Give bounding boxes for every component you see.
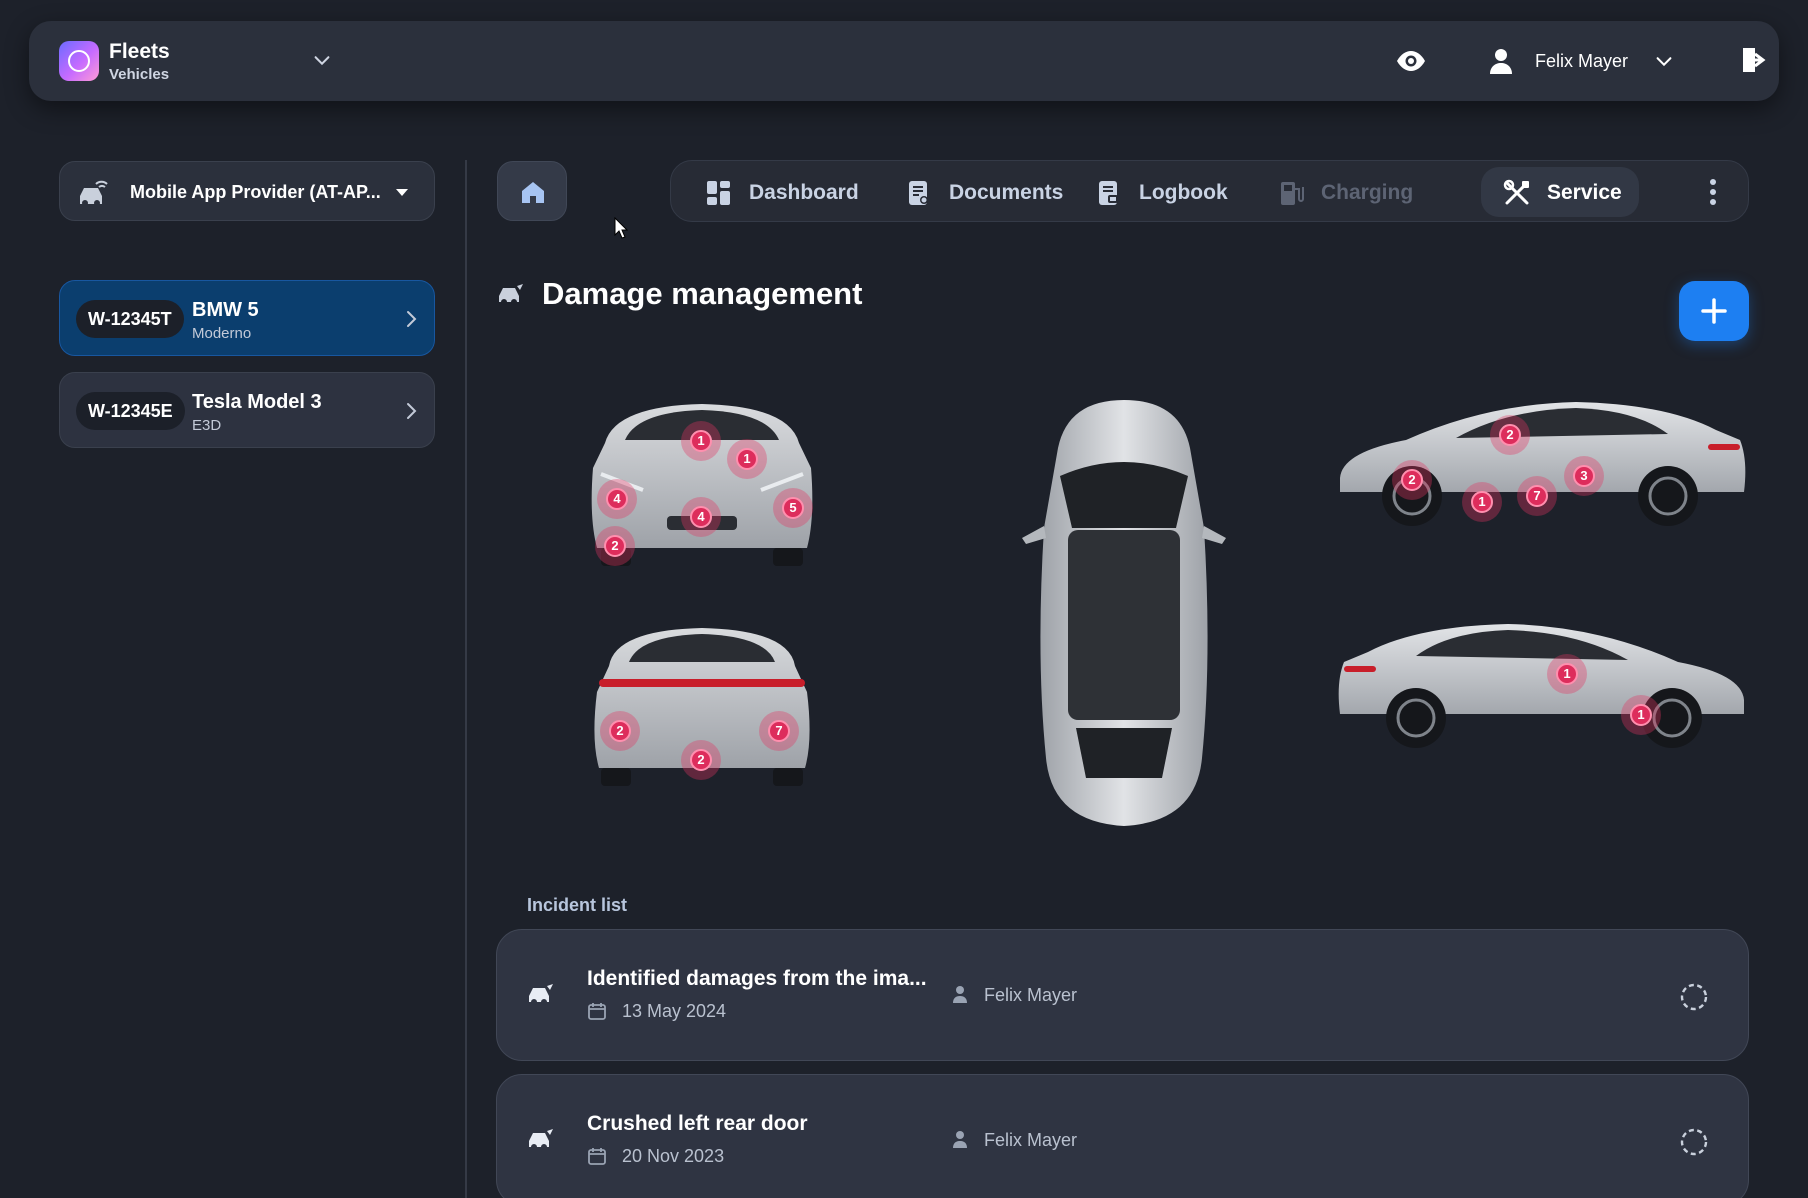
status-pending-icon[interactable] [1679, 1127, 1709, 1157]
mouse-cursor-icon [614, 217, 628, 239]
user-icon[interactable] [1487, 47, 1515, 75]
incident-title: Identified damages from the ima... [587, 967, 927, 990]
grid-icon [707, 181, 730, 205]
eye-icon[interactable] [1395, 45, 1427, 77]
damage-marker[interactable]: 5 [773, 488, 813, 528]
vehicle-name: Tesla Model 3 [192, 391, 322, 413]
home-button[interactable] [497, 161, 567, 221]
chevron-down-icon[interactable] [311, 49, 333, 71]
chevron-right-icon [407, 403, 417, 419]
calendar-icon [588, 1003, 606, 1020]
vehicle-subtitle: E3D [192, 417, 222, 434]
damage-marker[interactable]: 1 [1462, 482, 1502, 522]
charging-icon [1281, 182, 1304, 205]
top-bar: Fleets Vehicles Felix Mayer [29, 21, 1779, 101]
provider-select[interactable]: Mobile App Provider (AT-AP... [59, 161, 435, 221]
damage-marker[interactable]: 1 [1547, 654, 1587, 694]
calendar-icon [588, 1148, 606, 1165]
incident-item[interactable]: Crushed left rear door 20 Nov 2023 Felix… [496, 1074, 1749, 1198]
vehicle-name: BMW 5 [192, 299, 259, 321]
damage-marker[interactable]: 2 [1490, 415, 1530, 455]
car-damage-icon [529, 984, 553, 1005]
damage-marker[interactable]: 2 [1392, 460, 1432, 500]
damage-marker[interactable]: 3 [1564, 456, 1604, 496]
incident-reporter: Felix Mayer [984, 985, 1078, 1005]
logbook-icon [1099, 181, 1118, 205]
incident-reporter: Felix Mayer [984, 1130, 1078, 1150]
chevron-down-icon[interactable] [1653, 50, 1675, 72]
app-logo-icon[interactable] [59, 41, 99, 81]
damage-marker[interactable]: 2 [595, 526, 635, 566]
car-damage-icon [529, 1129, 553, 1150]
tools-icon [1503, 179, 1529, 205]
damage-marker[interactable]: 4 [597, 479, 637, 519]
tab-label: Documents [949, 181, 1064, 204]
damage-marker[interactable]: 1 [727, 439, 767, 479]
tab-label: Dashboard [749, 181, 859, 204]
car-top-view[interactable] [1018, 398, 1230, 828]
user-icon [953, 1131, 967, 1148]
vehicle-item-tesla[interactable]: W-12345E Tesla Model 3 E3D [59, 372, 435, 448]
app-title: Fleets [109, 40, 170, 63]
logout-icon[interactable] [1737, 44, 1769, 76]
damage-marker[interactable]: 7 [1517, 476, 1557, 516]
home-icon [522, 182, 544, 203]
chevron-right-icon [407, 311, 417, 327]
car-damage-icon [499, 284, 523, 305]
incident-date: 13 May 2024 [622, 1001, 727, 1021]
add-damage-button[interactable] [1679, 281, 1749, 341]
tab-dashboard[interactable]: Dashboard [675, 167, 867, 217]
page-title: Damage management [542, 276, 863, 311]
more-vertical-icon[interactable] [1705, 177, 1721, 207]
damage-marker[interactable]: 2 [681, 740, 721, 780]
tab-label: Logbook [1139, 181, 1228, 204]
damage-marker[interactable]: 1 [1621, 695, 1661, 735]
user-name[interactable]: Felix Mayer [1535, 51, 1628, 72]
user-icon [953, 986, 967, 1003]
tab-logbook[interactable]: Logbook [1065, 167, 1245, 217]
section-tabs: Dashboard Documents Logbook Charging Ser… [670, 160, 1749, 222]
sidebar-divider [465, 160, 467, 1198]
incident-item[interactable]: Identified damages from the ima... 13 Ma… [496, 929, 1749, 1061]
vehicle-item-bmw[interactable]: W-12345T BMW 5 Moderno [59, 280, 435, 356]
tab-label: Service [1547, 181, 1622, 204]
car-left-side-view[interactable] [1336, 622, 1748, 752]
damage-marker[interactable]: 4 [681, 497, 721, 537]
plus-icon [1701, 298, 1727, 324]
damage-marker[interactable]: 1 [681, 421, 721, 461]
document-icon [909, 181, 928, 205]
tab-service[interactable]: Service [1481, 167, 1639, 217]
car-share-icon [80, 180, 108, 206]
license-plate: W-12345T [76, 300, 184, 338]
incident-date: 20 Nov 2023 [622, 1146, 725, 1166]
app-subtitle: Vehicles [109, 66, 170, 83]
incident-list-heading: Incident list [527, 895, 628, 915]
status-pending-icon[interactable] [1679, 982, 1709, 1012]
tab-documents[interactable]: Documents [875, 167, 1065, 217]
damage-marker[interactable]: 7 [759, 711, 799, 751]
vehicle-subtitle: Moderno [192, 325, 252, 342]
tab-charging: Charging [1247, 167, 1429, 217]
provider-label: Mobile App Provider (AT-AP... [130, 182, 381, 202]
license-plate: W-12345E [76, 392, 185, 430]
incident-title: Crushed left rear door [587, 1112, 808, 1135]
tab-label: Charging [1321, 181, 1414, 204]
damage-marker[interactable]: 2 [600, 711, 640, 751]
caret-down-icon [396, 189, 408, 196]
